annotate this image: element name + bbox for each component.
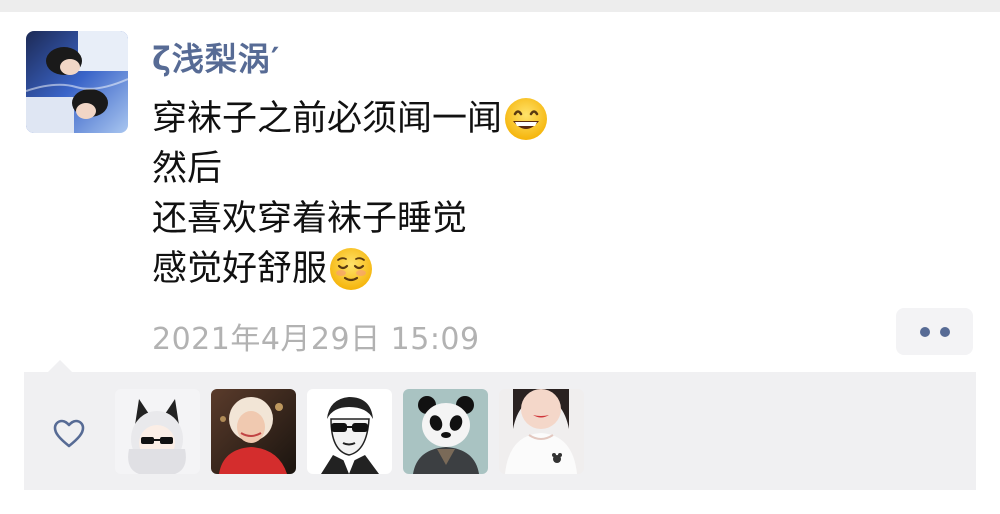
like-avatar-list: [115, 389, 584, 474]
content-line-text: 感觉好舒服: [152, 249, 328, 289]
content-line-text: 穿袜子之前必须闻一闻: [152, 99, 503, 139]
content-line: 还喜欢穿着袜子睡觉: [152, 194, 852, 244]
content-line-text: 然后: [152, 149, 223, 189]
like-avatar[interactable]: [307, 389, 392, 474]
grinning-face-icon: [504, 97, 548, 141]
like-avatar[interactable]: [403, 389, 488, 474]
two-dots-icon: [939, 326, 950, 337]
more-actions-button[interactable]: [896, 308, 973, 355]
like-avatar[interactable]: [115, 389, 200, 474]
top-divider: [0, 0, 1000, 12]
two-dots-icon: [919, 326, 930, 337]
content-line: 穿袜子之前必须闻一闻: [152, 94, 852, 144]
author-avatar[interactable]: [26, 31, 128, 133]
post-content: 穿袜子之前必须闻一闻 然后 还喜欢穿着袜子睡觉 感觉好舒服: [152, 94, 852, 294]
relieved-face-icon: [329, 247, 373, 291]
heart-outline-icon: [52, 418, 86, 450]
content-line: 然后: [152, 144, 852, 194]
author-name[interactable]: ζ浅梨涡′: [152, 34, 280, 80]
like-avatar[interactable]: [211, 389, 296, 474]
post-timestamp: 2021年4月29日 15:09: [152, 322, 480, 357]
content-line: 感觉好舒服: [152, 244, 852, 294]
content-line-text: 还喜欢穿着袜子睡觉: [152, 199, 468, 239]
like-avatar[interactable]: [499, 389, 584, 474]
